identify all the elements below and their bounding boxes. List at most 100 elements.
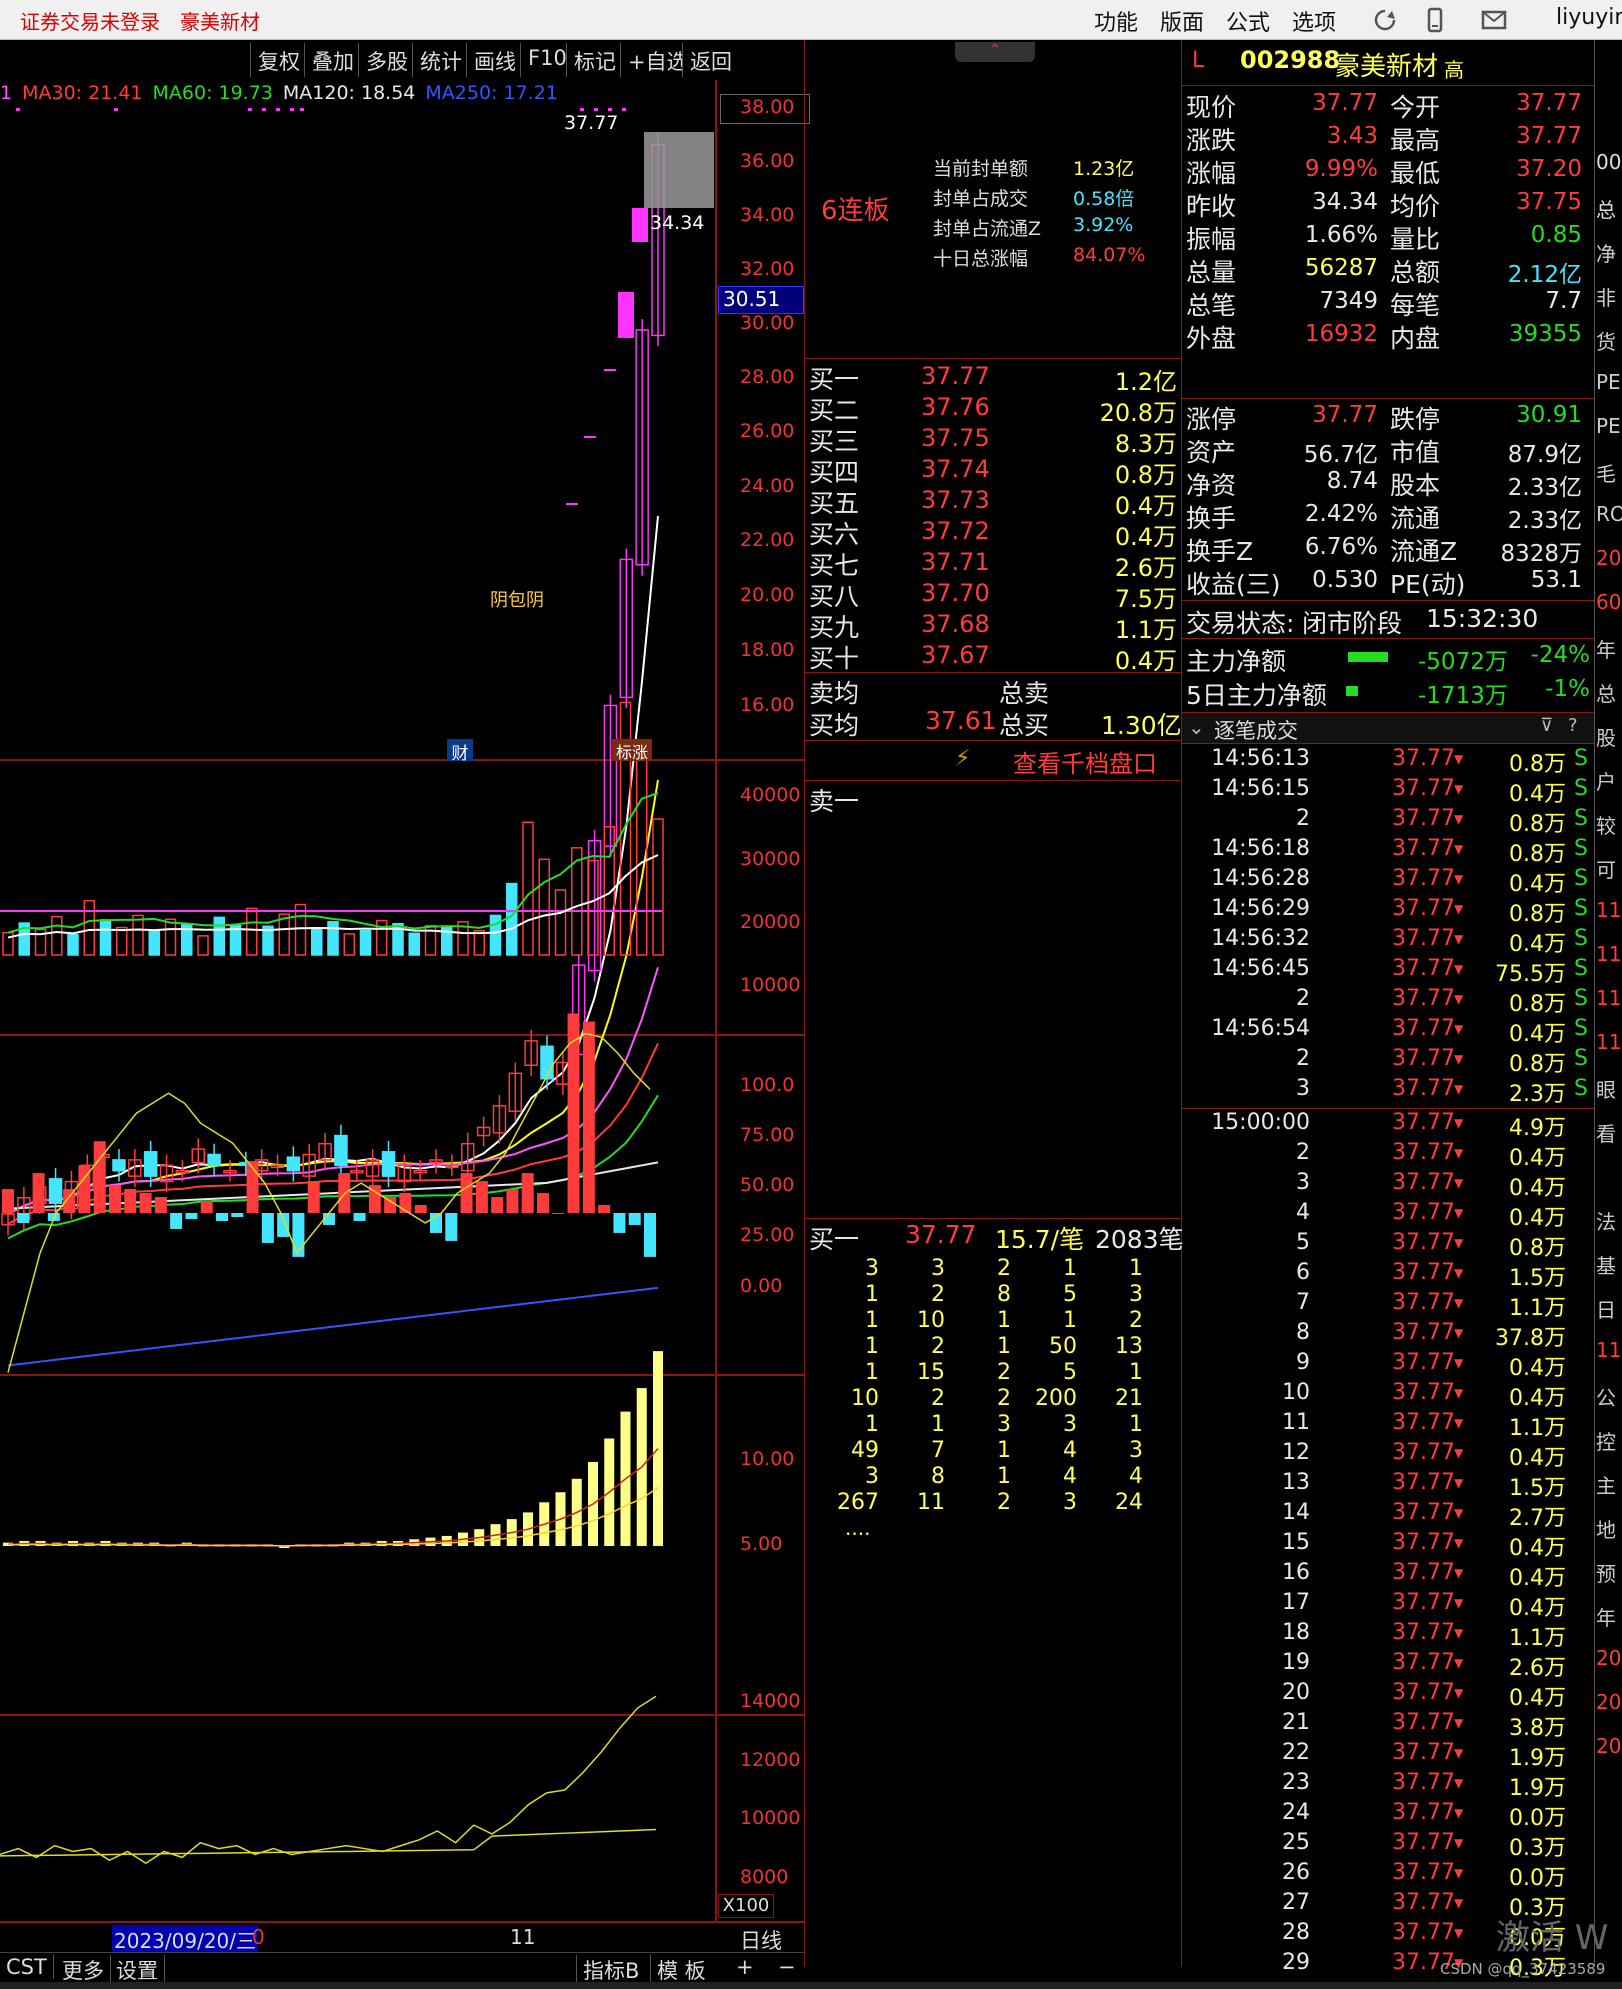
- toolbar-button-6[interactable]: 标记: [566, 43, 620, 77]
- bid-row[interactable]: 买九 37.68 1.1万: [805, 608, 1181, 644]
- quote-key: 最低: [1390, 159, 1441, 188]
- menu-formula[interactable]: 公式: [1226, 5, 1270, 37]
- signal-dot: [114, 108, 118, 111]
- tick-time: 7: [1296, 1290, 1310, 1315]
- tick-volume: 0.4万: [1509, 1146, 1566, 1171]
- price-axis-tick: 34.00: [740, 204, 795, 226]
- tick-price: 37.77: [1392, 806, 1455, 831]
- fund-bar: [506, 1189, 519, 1213]
- help-icon[interactable]: ?: [1568, 715, 1578, 736]
- chevron-down-icon[interactable]: ⌄: [1188, 715, 1205, 739]
- thousand-level-button[interactable]: ⚡ 查看千档盘口: [805, 742, 1181, 778]
- bid-row[interactable]: 买四 37.74 0.8万: [805, 453, 1181, 489]
- queue-cell: 1: [865, 1308, 879, 1333]
- collapse-chevron-icon[interactable]: ⌃: [955, 42, 1035, 62]
- toolbar-button-7[interactable]: +自选: [620, 43, 688, 77]
- toolbar-button-4[interactable]: 画线: [466, 43, 520, 77]
- side-strip-item: 非: [1596, 286, 1616, 310]
- main-flow-value: -5072万: [1418, 649, 1508, 675]
- quote-row: 昨收 34.34 均价 37.75: [1182, 187, 1594, 221]
- toolbar-button-3[interactable]: 统计: [412, 43, 466, 77]
- queue-cell: 5: [1063, 1282, 1077, 1307]
- bid-row[interactable]: 买七 37.71 2.6万: [805, 546, 1181, 582]
- fund-key: 净资: [1186, 471, 1237, 500]
- tick-price: 37.77: [1392, 986, 1455, 1011]
- bottom-tabs: CST 更多 设置 指标B 模 板 + −: [0, 1952, 804, 1985]
- indicator3-axis-tick: 5.00: [740, 1533, 783, 1555]
- toolbar-button-8[interactable]: 返回: [682, 43, 736, 77]
- bid-row[interactable]: 买八 37.70 7.5万: [805, 577, 1181, 613]
- menu-options[interactable]: 选项: [1292, 5, 1336, 37]
- fund-bar: [384, 1197, 397, 1213]
- bid-row[interactable]: 买三 37.75 8.3万: [805, 422, 1181, 458]
- ticks-list[interactable]: 14:56:13 37.77 ▼ 0.8万 S 14:56:15 37.77 ▼ 0.4万 S 2 3…: [1182, 746, 1594, 1989]
- ma-legend-item: 1: [0, 82, 13, 104]
- queue-cell: 1: [865, 1282, 879, 1307]
- volume-bar: [522, 821, 534, 956]
- period-label[interactable]: 日线: [740, 1925, 782, 1955]
- candle: [143, 1151, 158, 1177]
- tick-time: 22: [1282, 1740, 1310, 1765]
- event-tag-biaozhang[interactable]: 标涨: [612, 739, 652, 762]
- zoom-out-button[interactable]: −: [772, 1955, 802, 1979]
- phone-icon[interactable]: [1422, 7, 1448, 33]
- queue-cell: 13: [1115, 1334, 1143, 1359]
- tick-price: 37.77: [1392, 1200, 1455, 1225]
- tab-settings[interactable]: 设置: [110, 1955, 165, 1985]
- fund-value: 87.9亿: [1507, 442, 1582, 468]
- toolbar-button-5[interactable]: F10: [520, 43, 567, 77]
- refresh-icon[interactable]: [1372, 7, 1398, 33]
- tick-price: 37.77: [1392, 1800, 1455, 1825]
- tick-volume: 0.4万: [1509, 1386, 1566, 1411]
- tick-volume: 0.8万: [1509, 1052, 1566, 1077]
- bid-row[interactable]: 买二 37.76 20.8万: [805, 391, 1181, 427]
- bid-row[interactable]: 买一 37.77 1.2亿: [805, 360, 1181, 396]
- tick-price: 37.77: [1392, 746, 1455, 771]
- price-axis-tick: 38.00: [740, 96, 795, 118]
- tick-price: 37.77: [1392, 926, 1455, 951]
- fund-row: 净资 8.74 股本 2.33亿: [1182, 466, 1594, 501]
- fund-bar: [582, 1021, 595, 1213]
- tick-time: 23: [1282, 1770, 1310, 1795]
- toolbar-button-2[interactable]: 多股: [358, 43, 412, 77]
- toolbar-button-0[interactable]: 复权: [250, 43, 304, 77]
- menu-layout[interactable]: 版面: [1160, 5, 1204, 37]
- tick-price: 37.77: [1392, 1290, 1455, 1315]
- user-name[interactable]: liyuying: [1556, 5, 1622, 30]
- tick-price: 37.77: [1392, 1140, 1455, 1165]
- indicator-b-button[interactable]: 指标B: [576, 1955, 645, 1985]
- fund-value: 2.42%: [1304, 501, 1378, 527]
- mail-icon[interactable]: [1480, 7, 1508, 33]
- quote-value: 9.99%: [1304, 156, 1378, 182]
- down-arrow-icon: ▼: [1454, 1626, 1464, 1640]
- toolbar-button-1[interactable]: 叠加: [304, 43, 358, 77]
- event-tag-cai[interactable]: 财: [447, 739, 473, 764]
- template-button[interactable]: 模 板: [650, 1955, 712, 1985]
- queue-cell: 3: [1129, 1438, 1143, 1463]
- fund-bar: [231, 1213, 244, 1217]
- queue-cell: 1: [997, 1464, 1011, 1489]
- side-strip-item: 主: [1596, 1474, 1616, 1498]
- tick-price: 37.77: [1392, 1710, 1455, 1735]
- bid-row[interactable]: 买五 37.73 0.4万: [805, 484, 1181, 520]
- filter-icon[interactable]: ⊽: [1540, 715, 1553, 736]
- queue-cell: 3: [1063, 1412, 1077, 1437]
- bid-row[interactable]: 买六 37.72 0.4万: [805, 515, 1181, 551]
- main-flow-bar: [1346, 686, 1358, 696]
- side-strip-item: 年: [1596, 638, 1616, 662]
- zoom-in-button[interactable]: +: [730, 1955, 760, 1979]
- tab-cst[interactable]: CST: [0, 1955, 54, 1979]
- down-arrow-icon: ▼: [1454, 1416, 1464, 1430]
- tab-more[interactable]: 更多: [56, 1955, 111, 1985]
- tick-price: 37.77: [1392, 866, 1455, 891]
- bid-row[interactable]: 买十 37.67 0.4万: [805, 639, 1181, 675]
- volume-bar: [116, 926, 128, 956]
- chart-area[interactable]: [0, 80, 804, 1966]
- menu-function[interactable]: 功能: [1094, 5, 1138, 37]
- ma-line: [7, 1286, 659, 1367]
- queue-more[interactable]: ....: [845, 1516, 870, 1540]
- side-strip-item: 公: [1596, 1386, 1616, 1410]
- tick-time: 10: [1282, 1380, 1310, 1405]
- seal-key: 十日总涨幅: [933, 248, 1029, 270]
- login-status[interactable]: 证券交易未登录: [20, 6, 160, 35]
